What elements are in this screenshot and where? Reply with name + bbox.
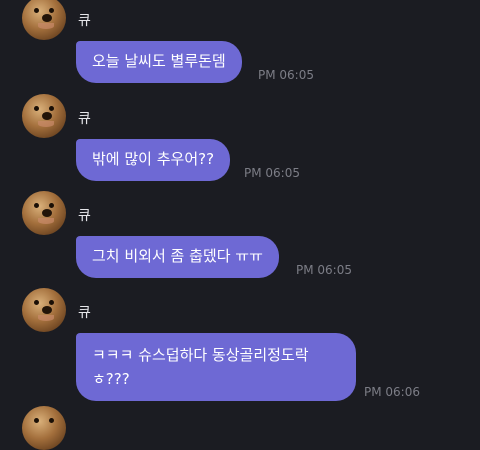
message-bubble[interactable]: ㅋㅋㅋ 슈스덥하다 동상골리정도락 ㅎ??? <box>76 333 356 401</box>
message-time: PM 06:05 <box>244 166 300 180</box>
dog-avatar-icon[interactable] <box>22 191 66 235</box>
avatar-eye <box>34 8 39 13</box>
sender-name: 큐 <box>78 111 91 127</box>
message-bubble[interactable]: 오늘 날씨도 별루돈뎀 <box>76 41 242 83</box>
avatar-eye <box>34 418 39 423</box>
dog-avatar-icon[interactable] <box>22 0 66 40</box>
avatar-mouth <box>38 218 54 224</box>
avatar-eye <box>49 418 54 423</box>
dog-avatar-icon[interactable] <box>22 94 66 138</box>
sender-name: 큐 <box>78 305 91 321</box>
avatar-mouth <box>38 315 54 321</box>
sender-name: 큐 <box>78 208 91 224</box>
avatar-eye <box>49 8 54 13</box>
message-bubble[interactable]: 그치 비외서 좀 춥뎄다 ㅠㅠ <box>76 236 279 278</box>
avatar-nose <box>42 14 52 22</box>
avatar-eye <box>49 203 54 208</box>
avatar-eye <box>49 106 54 111</box>
avatar-mouth <box>38 23 54 29</box>
message-time: PM 06:06 <box>364 385 420 399</box>
dog-avatar-icon[interactable] <box>22 288 66 332</box>
message-time: PM 06:05 <box>258 68 314 82</box>
message-time: PM 06:05 <box>296 263 352 277</box>
sender-name: 큐 <box>78 13 91 29</box>
avatar-nose <box>42 209 52 217</box>
avatar-nose <box>42 112 52 120</box>
avatar-eye <box>34 300 39 305</box>
avatar-eye <box>34 106 39 111</box>
message-bubble[interactable]: 밖에 많이 추우어?? <box>76 139 231 181</box>
avatar-mouth <box>38 121 54 127</box>
chat-window: 큐 오늘 날씨도 별루돈뎀 PM 06:05 큐 밖에 많이 추우어?? PM … <box>0 0 480 450</box>
dog-avatar-icon[interactable] <box>22 406 66 450</box>
avatar-nose <box>42 306 52 314</box>
avatar-eye <box>49 300 54 305</box>
avatar-eye <box>34 203 39 208</box>
